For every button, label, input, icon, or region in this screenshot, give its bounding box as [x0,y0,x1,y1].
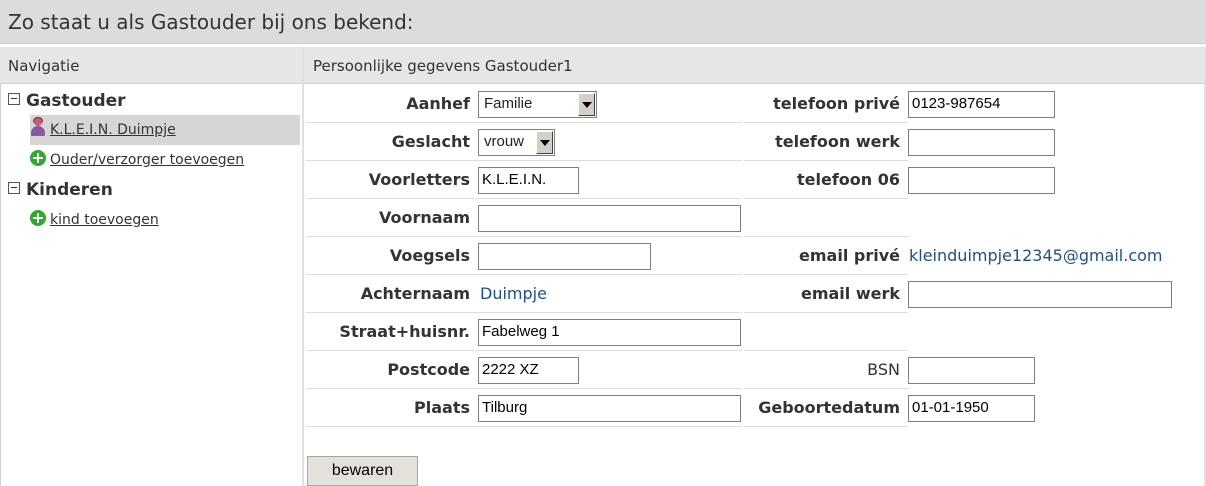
bsn-input[interactable] [908,357,1035,384]
row-divider [306,426,742,427]
achternaam-label: Achternaam [360,284,470,303]
tree-group-gastouder[interactable]: Gastouder [8,91,126,111]
tel-prive-input[interactable]: 0123-987654 [908,91,1055,118]
tree-group-label: Kinderen [26,180,113,200]
tree-group-label: Gastouder [26,91,126,111]
aanhef-select[interactable]: Familie [478,91,597,118]
geslacht-select[interactable]: vrouw [478,129,555,156]
chevron-down-icon[interactable] [536,131,553,154]
email-prive-label: email privé [799,246,900,265]
geboortedatum-input[interactable]: 01-01-1950 [908,395,1035,422]
row-divider [306,160,742,161]
row-divider [744,274,908,275]
row-divider [306,198,742,199]
row-divider [744,160,908,161]
row-divider [744,312,908,313]
add-icon [30,150,46,166]
column-divider [302,47,304,486]
row-divider [744,236,908,237]
tree-item-add-child[interactable]: kind toevoegen [30,210,159,228]
bsn-label: BSN [867,360,900,379]
tel-werk-input[interactable] [908,129,1055,156]
tree-group-kinderen[interactable]: Kinderen [8,180,113,200]
chevron-down-icon[interactable] [578,93,595,116]
nav-header: Navigatie [0,47,302,84]
email-werk-input[interactable] [908,281,1172,308]
collapse-icon[interactable] [8,182,20,194]
nav-heading: Navigatie [8,57,80,75]
row-divider [744,122,908,123]
voegsels-label: Voegsels [389,246,470,265]
voegsels-input[interactable] [478,243,651,270]
row-divider [744,198,908,199]
postcode-input[interactable]: 2222 XZ [478,357,579,384]
aanhef-value: Familie [484,95,533,112]
straat-input[interactable]: Fabelweg 1 [478,319,741,346]
geslacht-value: vrouw [484,133,525,150]
tel-werk-label: telefoon werk [775,132,900,151]
add-icon [30,210,46,226]
row-divider [306,350,742,351]
tree-item-add-parent[interactable]: Ouder/verzorger toevoegen [30,150,244,168]
tree-item-person[interactable]: K.L.E.I.N. Duimpje [30,115,300,145]
row-divider [306,388,742,389]
collapse-icon[interactable] [8,93,20,105]
row-divider [744,388,908,389]
tree-item-person-label: K.L.E.I.N. Duimpje [50,122,176,138]
email-prive-value: kleinduimpje12345@gmail.com [909,246,1163,265]
content-header: Persoonlijke gegevens Gastouder1 [304,47,1206,84]
geboortedatum-label: Geboortedatum [758,398,900,417]
row-divider [306,312,742,313]
tree-item-add-child-label: kind toevoegen [50,212,159,228]
voorletters-label: Voorletters [368,170,470,189]
tel-06-label: telefoon 06 [796,170,900,189]
row-divider [744,350,908,351]
row-divider [306,122,742,123]
plaats-input[interactable]: Tilburg [478,395,741,422]
user-female-icon [30,117,46,136]
left-divider [0,84,1,486]
save-button[interactable]: bewaren [307,456,418,486]
page-header: Zo staat u als Gastouder bij ons bekend: [0,0,1206,44]
aanhef-label: Aanhef [406,94,470,113]
page-title: Zo staat u als Gastouder bij ons bekend: [8,10,414,34]
row-divider [306,274,742,275]
tel-prive-label: telefoon privé [773,94,900,113]
row-divider [744,426,908,427]
tree-item-add-parent-label: Ouder/verzorger toevoegen [50,152,245,168]
tel-06-input[interactable] [908,167,1055,194]
plaats-label: Plaats [414,398,470,417]
geslacht-label: Geslacht [391,132,470,151]
email-werk-label: email werk [800,284,900,303]
row-divider [306,236,742,237]
straat-label: Straat+huisnr. [339,322,470,341]
voornaam-label: Voornaam [378,208,470,227]
content-heading: Persoonlijke gegevens Gastouder1 [313,57,573,75]
voornaam-input[interactable] [478,205,741,232]
page: Zo staat u als Gastouder bij ons bekend:… [0,0,1206,486]
voorletters-input[interactable]: K.L.E.I.N. [478,167,579,194]
achternaam-value: Duimpje [480,284,547,303]
postcode-label: Postcode [387,360,470,379]
